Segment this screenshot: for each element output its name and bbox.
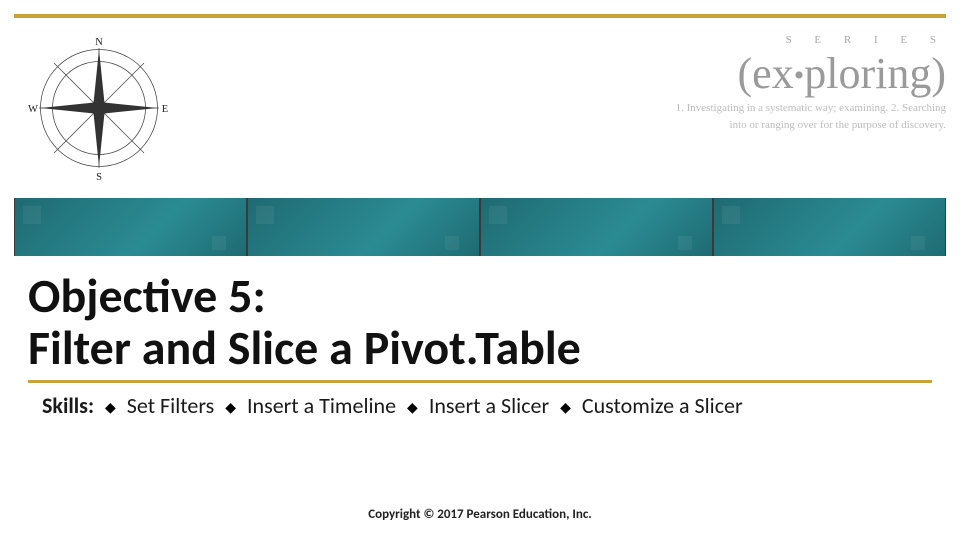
brand-sub-2: into or ranging over for the purpose of … bbox=[516, 119, 946, 133]
teal-cell bbox=[714, 198, 945, 256]
title-block: Objective 5: Filter and Slice a Pivot.Ta… bbox=[28, 270, 932, 383]
svg-text:S: S bbox=[96, 172, 102, 183]
header-row: N E S W S E R I E S (ex•ploring) 1. Inve… bbox=[14, 28, 946, 188]
brand-sub-1: 1. Investigating in a systematic way; ex… bbox=[516, 102, 946, 116]
skill-item: Insert a Slicer bbox=[429, 392, 549, 419]
skills-line: Skills: ◆ Set Filters ◆ Insert a Timelin… bbox=[42, 392, 918, 419]
top-rule bbox=[14, 14, 946, 18]
svg-text:W: W bbox=[28, 104, 38, 115]
bullet-icon: ◆ bbox=[105, 399, 116, 416]
bullet-icon: ◆ bbox=[407, 399, 418, 416]
bullet-icon: ◆ bbox=[225, 399, 236, 416]
teal-cell bbox=[481, 198, 712, 256]
series-label: S E R I E S bbox=[516, 34, 946, 46]
skills-label: Skills: bbox=[42, 392, 94, 419]
teal-cell bbox=[248, 198, 479, 256]
teal-cell bbox=[15, 198, 246, 256]
slide: N E S W S E R I E S (ex•ploring) 1. Inve… bbox=[0, 0, 960, 540]
skill-item: Set Filters bbox=[127, 392, 214, 419]
brand-block: S E R I E S (ex•ploring) 1. Investigatin… bbox=[516, 28, 946, 133]
teal-band bbox=[14, 198, 946, 256]
skill-item: Insert a Timeline bbox=[247, 392, 396, 419]
compass-icon: N E S W bbox=[14, 28, 184, 188]
slide-title: Objective 5: Filter and Slice a Pivot.Ta… bbox=[28, 270, 932, 383]
copyright: Copyright © 2017 Pearson Education, Inc. bbox=[0, 507, 960, 522]
brand-logo: (ex•ploring) bbox=[516, 48, 946, 99]
skill-item: Customize a Slicer bbox=[582, 392, 743, 419]
bullet-icon: ◆ bbox=[560, 399, 571, 416]
svg-text:N: N bbox=[95, 37, 103, 48]
svg-text:E: E bbox=[162, 104, 168, 115]
title-line-2: Filter and Slice a Pivot.Table bbox=[28, 318, 581, 377]
title-line-1: Objective 5: bbox=[28, 266, 266, 325]
